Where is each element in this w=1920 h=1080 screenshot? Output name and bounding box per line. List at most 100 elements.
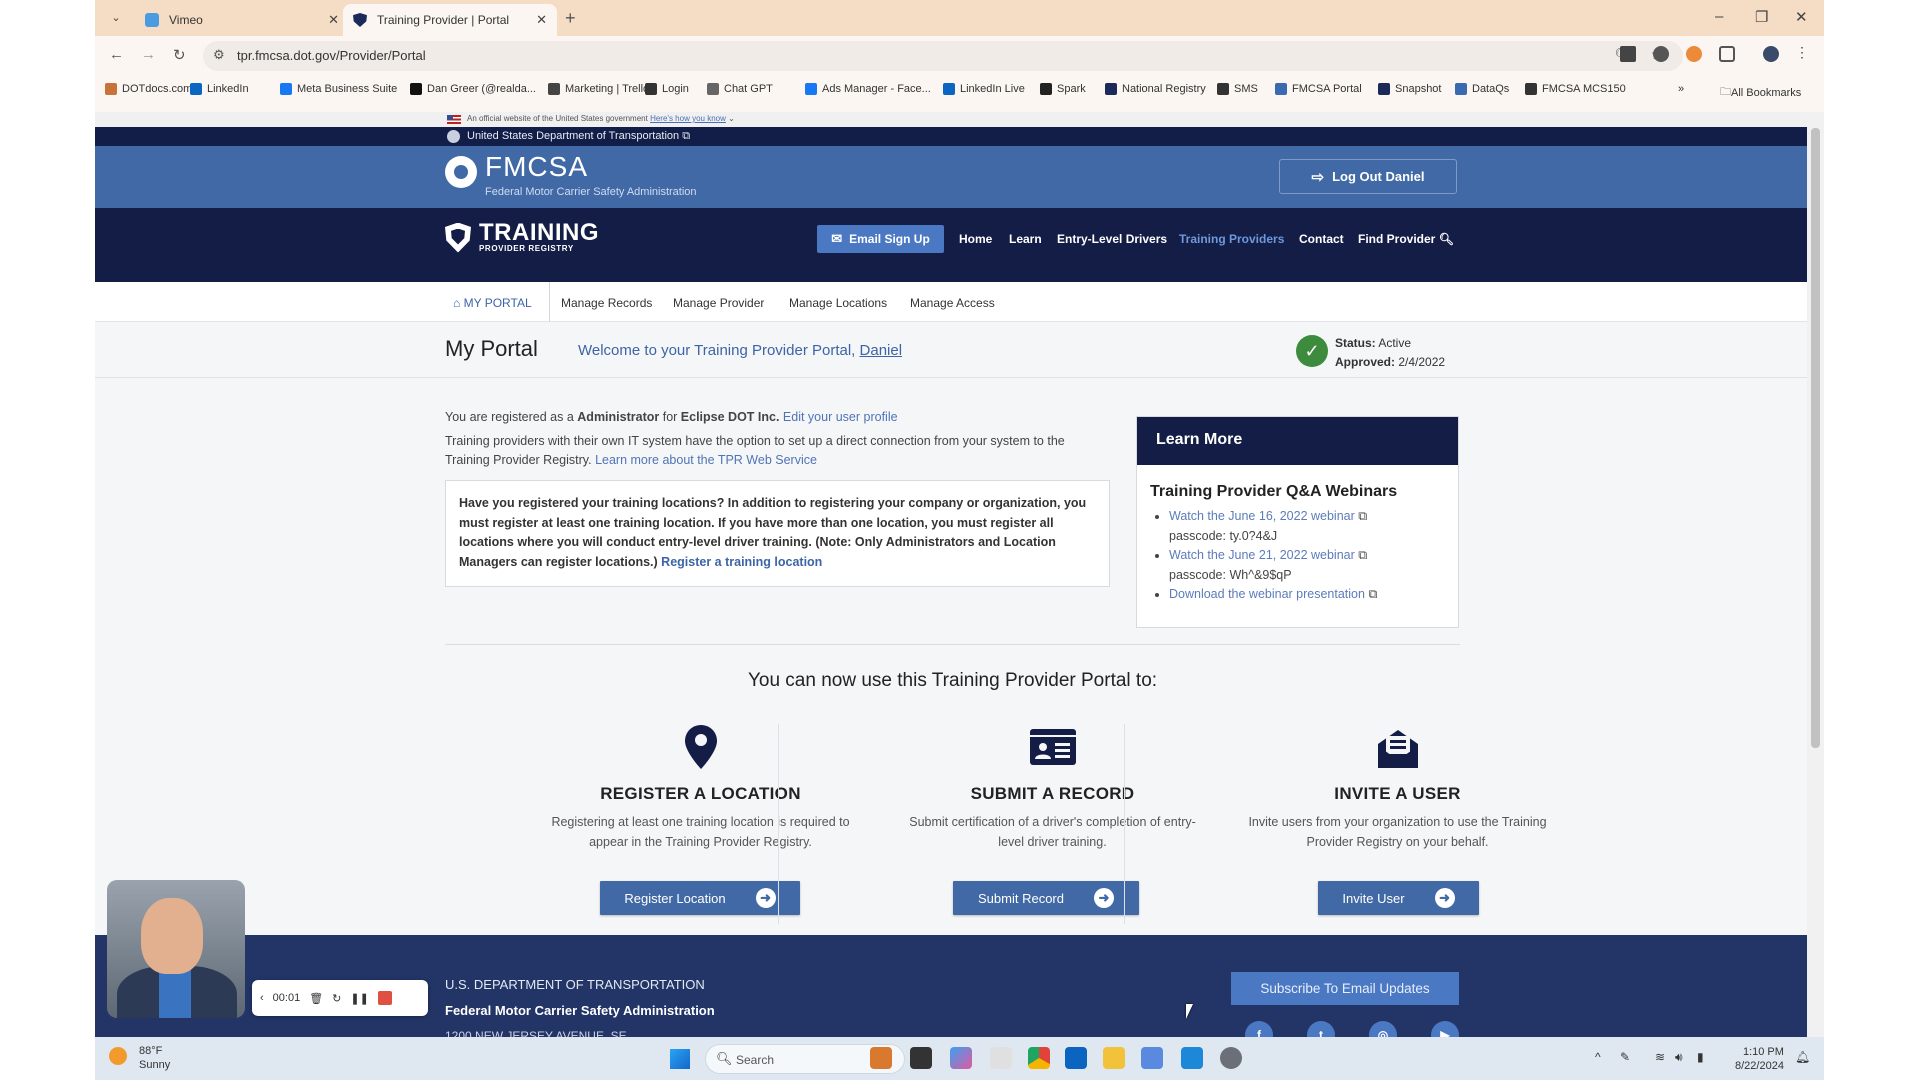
weather-icon[interactable] (109, 1047, 127, 1065)
bookmark-item[interactable]: DOTdocs.com (105, 83, 192, 95)
forward-button[interactable]: → (141, 46, 156, 63)
trash-icon[interactable]: 🗑 (309, 992, 323, 1005)
weather-widget[interactable]: 88°F Sunny (139, 1044, 170, 1072)
close-tab-icon[interactable]: ✕ (536, 12, 547, 28)
stop-button[interactable] (377, 991, 392, 1005)
scrollbar-thumb[interactable] (1811, 128, 1820, 748)
nav-training-providers[interactable]: Training Providers (1179, 232, 1284, 246)
nav-learn[interactable]: Learn (1009, 232, 1042, 246)
bookmark-item[interactable]: FMCSA MCS150 (1525, 83, 1626, 95)
edit-profile-link[interactable]: Edit your user profile (783, 410, 898, 424)
bookmark-item[interactable]: SMS (1217, 83, 1258, 95)
pause-icon[interactable]: ❚❚ (350, 992, 368, 1005)
address-bar[interactable]: ⚙ tpr.fmcsa.dot.gov/Provider/Portal 🔍︎ ☆ (203, 41, 1683, 71)
subscribe-button[interactable]: Subscribe To Email Updates (1231, 972, 1459, 1005)
instagram-icon[interactable]: ◎ (1369, 1021, 1397, 1037)
slack-icon[interactable] (990, 1047, 1012, 1069)
windows-start-button[interactable] (670, 1049, 690, 1069)
tab-training-provider[interactable]: Training Provider | Portal ✕ (343, 4, 557, 36)
collapse-button[interactable]: ‹ (260, 992, 264, 1004)
webinar-link-june16[interactable]: Watch the June 16, 2022 webinar (1169, 509, 1355, 523)
profile-avatar[interactable] (1763, 46, 1779, 62)
fmcsa-logo-icon[interactable] (445, 156, 477, 188)
bookmark-item[interactable]: Dan Greer (@realda... (410, 83, 536, 95)
record-extension-icon[interactable] (1653, 46, 1669, 62)
how-you-know-link[interactable]: Here's how you know (650, 114, 726, 123)
youtube-icon[interactable]: ▶ (1431, 1021, 1459, 1037)
bookmark-item[interactable]: Snapshot (1378, 83, 1441, 95)
close-tab-icon[interactable]: ✕ (328, 12, 339, 28)
email-signup-button[interactable]: ✉ Email Sign Up (817, 225, 944, 253)
menu-kebab-icon[interactable]: ⋮ (1795, 44, 1811, 60)
url-text[interactable]: tpr.fmcsa.dot.gov/Provider/Portal (237, 48, 426, 63)
clock[interactable]: 1:10 PM 8/22/2024 (1735, 1045, 1784, 1073)
settings-gear-icon[interactable] (1220, 1047, 1242, 1069)
tpr-logo[interactable]: TRAINING PROVIDER REGISTRY (445, 221, 599, 253)
twitter-icon[interactable]: t (1307, 1021, 1335, 1037)
restore-button[interactable]: ❐ (1755, 8, 1768, 26)
outlook-icon[interactable] (1065, 1047, 1087, 1069)
extension-icon[interactable] (1686, 46, 1702, 62)
all-bookmarks-button[interactable]: 🗀 All Bookmarks (1720, 83, 1801, 102)
bookmark-item[interactable]: Chat GPT (707, 83, 773, 95)
logout-button[interactable]: ⇨ Log Out Daniel (1279, 159, 1457, 194)
battery-icon[interactable]: ▮ (1697, 1050, 1704, 1064)
nav-entry-level-drivers[interactable]: Entry-Level Drivers (1057, 232, 1167, 246)
minimize-button[interactable]: – (1715, 8, 1723, 25)
tray-chevron-icon[interactable]: ^ (1595, 1050, 1601, 1064)
subnav-manage-provider[interactable]: Manage Provider (673, 296, 764, 310)
subnav-manage-access[interactable]: Manage Access (910, 296, 995, 310)
nav-find-provider[interactable]: Find Provider 🔍︎ (1358, 232, 1454, 246)
bookmark-item[interactable]: Spark (1040, 83, 1086, 95)
reload-button[interactable]: ↻ (173, 46, 186, 64)
extensions-puzzle-icon[interactable] (1719, 46, 1735, 62)
bookmark-item[interactable]: National Registry (1105, 83, 1206, 95)
bookmark-item[interactable]: Marketing | Trello (548, 83, 649, 95)
tab-search-button[interactable]: ⌄ (105, 7, 127, 29)
pen-icon[interactable]: ✎ (1620, 1050, 1630, 1064)
tab-vimeo[interactable]: Vimeo ✕ (135, 4, 349, 36)
extension-icon[interactable] (1620, 46, 1636, 62)
new-tab-button[interactable]: + (565, 8, 576, 29)
restart-icon[interactable]: ↻ (332, 992, 341, 1005)
user-name-link[interactable]: Daniel (860, 342, 903, 359)
register-location-button[interactable]: Register Location ➜ (600, 881, 800, 915)
copilot-icon[interactable] (950, 1047, 972, 1069)
webinar-link-june21[interactable]: Watch the June 21, 2022 webinar (1169, 548, 1355, 562)
site-info-icon[interactable]: ⚙ (213, 47, 225, 63)
subnav-my-portal[interactable]: ⌂ MY PORTAL (453, 296, 532, 310)
dot-link[interactable]: United States Department of Transportati… (467, 130, 690, 143)
app-icon[interactable] (1141, 1047, 1163, 1069)
close-window-button[interactable]: ✕ (1795, 8, 1808, 26)
bookmark-item[interactable]: Login (645, 83, 689, 95)
notifications-icon[interactable]: 🔔︎ (1795, 1050, 1810, 1064)
bookmarks-overflow-button[interactable]: » (1678, 83, 1684, 95)
briefcase-app-icon[interactable] (870, 1047, 892, 1069)
invite-user-button[interactable]: Invite User ➜ (1318, 881, 1479, 915)
register-location-link[interactable]: Register a training location (661, 555, 822, 569)
bookmark-item[interactable]: LinkedIn Live (943, 83, 1025, 95)
task-view-icon[interactable] (910, 1047, 932, 1069)
facebook-icon[interactable]: f (1245, 1021, 1273, 1037)
subnav-manage-locations[interactable]: Manage Locations (789, 296, 887, 310)
back-button[interactable]: ← (109, 46, 124, 63)
messaging-icon[interactable] (1181, 1047, 1203, 1069)
file-explorer-icon[interactable] (1103, 1047, 1125, 1069)
bookmark-item[interactable]: DataQs (1455, 83, 1509, 95)
subnav-manage-records[interactable]: Manage Records (561, 296, 652, 310)
fmcsa-name[interactable]: FMCSA (485, 151, 588, 183)
wifi-icon[interactable]: ≋ (1655, 1050, 1665, 1064)
bookmark-item[interactable]: FMCSA Portal (1275, 83, 1362, 95)
nav-contact[interactable]: Contact (1299, 232, 1344, 246)
nav-home[interactable]: Home (959, 232, 992, 246)
page-title: My Portal (445, 336, 538, 361)
download-presentation-link[interactable]: Download the webinar presentation (1169, 587, 1365, 601)
bookmark-item[interactable]: LinkedIn (190, 83, 249, 95)
bookmark-item[interactable]: Ads Manager - Face... (805, 83, 931, 95)
bookmark-item[interactable]: Meta Business Suite (280, 83, 397, 95)
chrome-icon[interactable] (1028, 1047, 1050, 1069)
volume-icon[interactable]: 🔊︎ (1675, 1050, 1683, 1065)
vertical-scrollbar[interactable] (1807, 112, 1824, 1037)
web-service-link[interactable]: Learn more about the TPR Web Service (595, 453, 817, 467)
submit-record-button[interactable]: Submit Record ➜ (953, 881, 1139, 915)
